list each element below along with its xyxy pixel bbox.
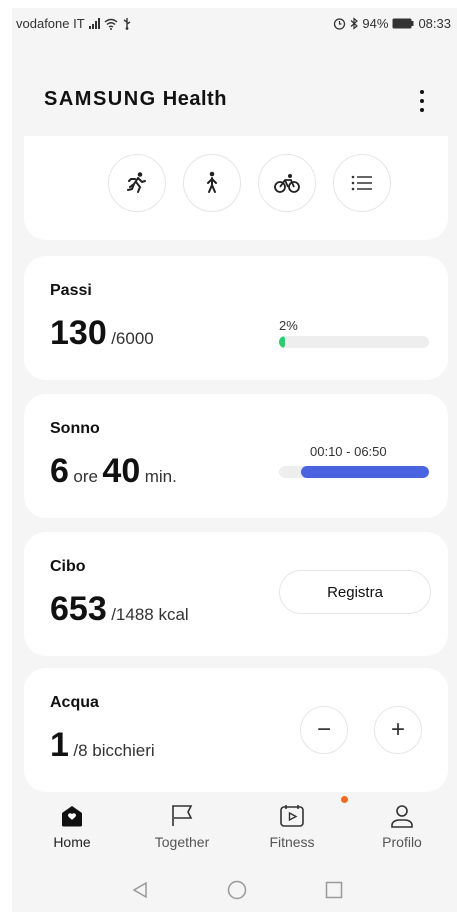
steps-percent: 2% [279, 318, 298, 333]
recents-square-icon [325, 881, 343, 899]
tab-together[interactable]: Together [132, 794, 232, 856]
more-options-button[interactable] [412, 90, 432, 112]
system-navigation-bar [12, 868, 457, 912]
sleep-card[interactable]: Sonno 6 ore 40 min. 00:10 - 06:50 [24, 394, 448, 518]
minus-icon: − [316, 716, 331, 743]
home-circle-icon [227, 880, 247, 900]
plus-icon: + [390, 716, 405, 743]
clock: 08:33 [418, 16, 451, 31]
wifi-icon [104, 18, 118, 30]
food-goal: /1488 kcal [111, 605, 189, 624]
carrier-label: vodafone IT [16, 16, 85, 31]
battery-icon [392, 18, 414, 29]
recents-button[interactable] [319, 876, 349, 904]
more-activities-button[interactable] [333, 154, 391, 212]
tab-home-label: Home [53, 834, 91, 850]
app-title: SAMSUNG Health [44, 88, 227, 111]
food-card[interactable]: Cibo 653 /1488 kcal Registra [24, 532, 448, 656]
profile-icon [391, 805, 413, 828]
run-icon [127, 172, 146, 193]
bike-button[interactable] [258, 154, 316, 212]
water-goal: /8 bicchieri [73, 741, 155, 760]
more-options-icon [420, 90, 424, 94]
usb-icon [123, 17, 131, 30]
sleep-bar-fill [301, 466, 429, 478]
status-bar: vodafone IT 94% 08:33 [12, 8, 457, 38]
tab-profile-label: Profilo [382, 834, 422, 850]
back-button[interactable] [125, 876, 155, 904]
water-card[interactable]: Acqua 1 /8 bicchieri − + [24, 668, 448, 792]
steps-title: Passi [50, 282, 92, 299]
sleep-bar [279, 466, 429, 478]
sleep-title: Sonno [50, 420, 100, 437]
steps-card[interactable]: Passi 130 /6000 2% [24, 256, 448, 380]
fitness-badge-dot [341, 796, 348, 803]
walk-icon [207, 171, 217, 193]
fitness-video-icon [280, 805, 304, 827]
alarm-icon [334, 18, 346, 30]
water-value: 1 [50, 726, 69, 764]
sleep-minutes-unit: min. [144, 467, 177, 486]
bottom-navigation: Home Together Fitness Profilo [12, 794, 457, 860]
walk-button[interactable] [183, 154, 241, 212]
tab-fitness-label: Fitness [269, 834, 315, 850]
tab-profile[interactable]: Profilo [352, 794, 452, 856]
home-icon [62, 806, 82, 827]
home-system-button[interactable] [222, 876, 252, 904]
sleep-hours-unit: ore [73, 467, 98, 486]
steps-goal: /6000 [111, 329, 154, 348]
back-triangle-icon [132, 881, 147, 899]
app-name: Health [162, 88, 227, 110]
food-title: Cibo [50, 558, 86, 575]
steps-value: 130 [50, 314, 107, 352]
bike-icon [274, 174, 300, 193]
phone-screen: vodafone IT 94% 08:33 SAMSUNG Health Pas… [12, 8, 457, 912]
food-calories: 653 [50, 590, 107, 628]
steps-progress-fill [279, 336, 285, 348]
sleep-range: 00:10 - 06:50 [310, 444, 387, 459]
run-button[interactable] [108, 154, 166, 212]
tab-together-label: Together [154, 834, 210, 850]
tab-home[interactable]: Home [22, 794, 122, 856]
bluetooth-icon [351, 17, 359, 30]
steps-progress-bar [279, 336, 429, 348]
tab-fitness[interactable]: Fitness [242, 794, 348, 856]
list-icon [351, 175, 372, 191]
flag-icon [172, 805, 193, 826]
brand-logo: SAMSUNG [44, 88, 157, 110]
log-food-button[interactable]: Registra [279, 570, 431, 614]
signal-icon [88, 18, 100, 29]
activity-shortcuts-card [24, 136, 448, 240]
sleep-minutes: 40 [102, 452, 141, 490]
water-increase-button[interactable]: + [374, 706, 422, 754]
battery-percent: 94% [362, 16, 389, 31]
water-decrease-button[interactable]: − [300, 706, 348, 754]
water-title: Acqua [50, 694, 99, 711]
sleep-hours: 6 [50, 452, 69, 490]
